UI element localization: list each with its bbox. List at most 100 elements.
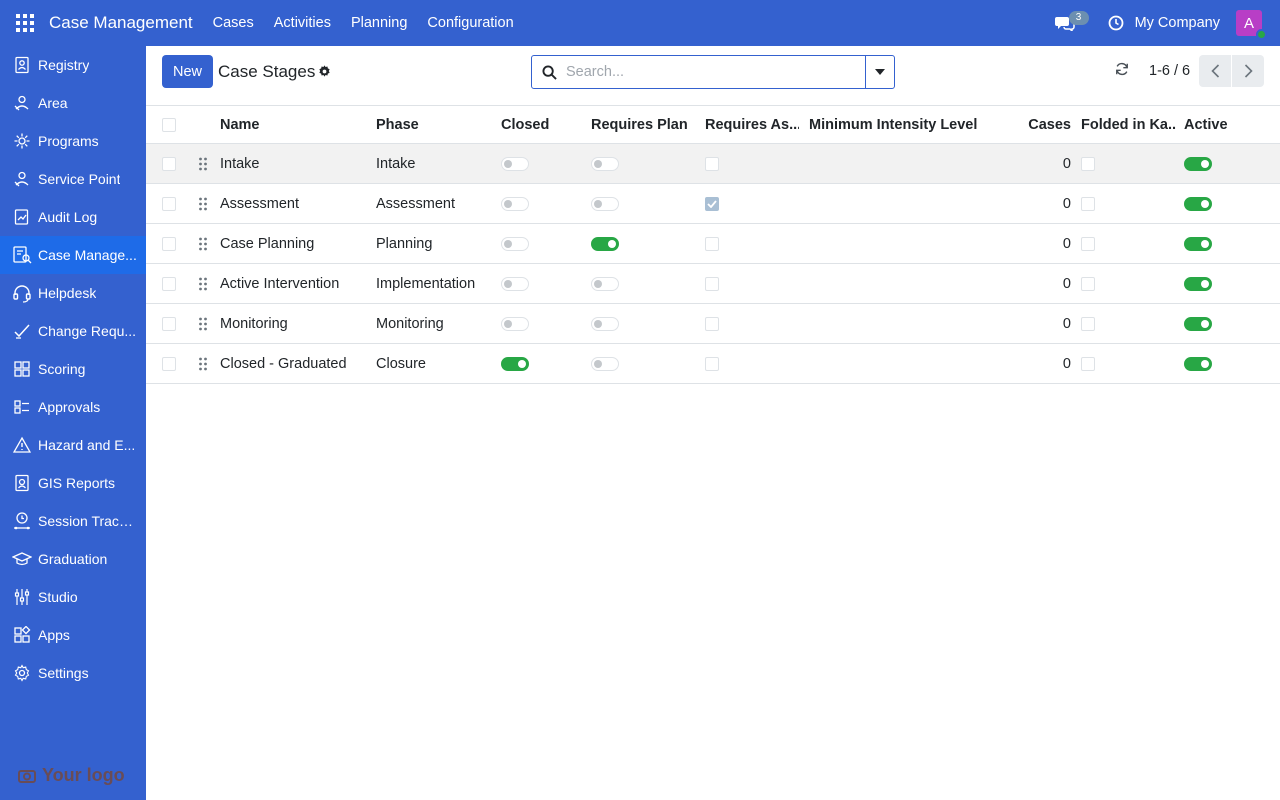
menu-configuration[interactable]: Configuration — [427, 15, 513, 31]
user-avatar[interactable]: A — [1236, 10, 1267, 40]
sidebar-item-programs[interactable]: Programs — [0, 122, 146, 160]
requires-assessment-checkbox[interactable] — [705, 236, 719, 251]
stage-phase-cell[interactable]: Closure — [376, 344, 496, 383]
folded-in-kanban-checkbox[interactable] — [1081, 316, 1095, 331]
sidebar-item-registry[interactable]: Registry — [0, 46, 146, 84]
stage-name-cell[interactable]: Active Intervention — [220, 264, 370, 303]
sidebar-item-service-point[interactable]: Service Point — [0, 160, 146, 198]
requires-plan-toggle[interactable] — [591, 156, 619, 171]
sidebar-item-graduation[interactable]: Graduation — [0, 540, 146, 578]
drag-handle-icon[interactable] — [196, 344, 210, 383]
select-all-checkbox[interactable] — [162, 117, 176, 132]
row-select-checkbox[interactable] — [162, 236, 176, 251]
sidebar-item-approvals[interactable]: Approvals — [0, 388, 146, 426]
sidebar-item-session-tracking[interactable]: Session Tracki... — [0, 502, 146, 540]
drag-handle-icon[interactable] — [196, 184, 210, 223]
new-button[interactable]: New — [162, 55, 213, 88]
folded-in-kanban-checkbox[interactable] — [1081, 156, 1095, 171]
closed-toggle[interactable] — [501, 236, 529, 251]
sidebar-item-hazard[interactable]: Hazard and E... — [0, 426, 146, 464]
column-header-active[interactable]: Active — [1184, 106, 1264, 143]
table-row[interactable]: Closed - Graduated Closure 0 — [146, 344, 1280, 384]
gear-icon[interactable] — [318, 65, 331, 81]
table-row[interactable]: Intake Intake 0 — [146, 144, 1280, 184]
closed-toggle[interactable] — [501, 156, 529, 171]
search-icon[interactable] — [532, 56, 566, 88]
requires-plan-toggle[interactable] — [591, 356, 619, 371]
row-select-checkbox[interactable] — [162, 276, 176, 291]
folded-in-kanban-checkbox[interactable] — [1081, 276, 1095, 291]
closed-toggle[interactable] — [501, 316, 529, 331]
minimum-intensity-cell[interactable] — [809, 304, 1009, 343]
drag-handle-icon[interactable] — [196, 144, 210, 183]
stage-phase-cell[interactable]: Implementation — [376, 264, 496, 303]
menu-activities[interactable]: Activities — [274, 15, 331, 31]
activity-clock-icon[interactable] — [1101, 15, 1131, 31]
folded-in-kanban-checkbox[interactable] — [1081, 236, 1095, 251]
row-select-checkbox[interactable] — [162, 316, 176, 331]
requires-plan-toggle[interactable] — [591, 236, 619, 251]
column-header-requires-plan[interactable]: Requires Plan — [591, 106, 699, 143]
active-toggle[interactable] — [1184, 156, 1212, 171]
requires-assessment-checkbox[interactable] — [705, 356, 719, 371]
menu-cases[interactable]: Cases — [213, 15, 254, 31]
minimum-intensity-cell[interactable] — [809, 344, 1009, 383]
table-row[interactable]: Case Planning Planning 0 — [146, 224, 1280, 264]
requires-assessment-checkbox[interactable] — [705, 276, 719, 291]
column-header-requires-assessment[interactable]: Requires As... — [705, 106, 799, 143]
column-header-name[interactable]: Name — [220, 106, 360, 143]
pager-value[interactable]: 1-6 / 6 — [1149, 63, 1190, 79]
stage-name-cell[interactable]: Closed - Graduated — [220, 344, 370, 383]
requires-plan-toggle[interactable] — [591, 316, 619, 331]
app-brand[interactable]: Case Management — [49, 13, 193, 33]
sidebar-item-case-management[interactable]: Case Manage... — [0, 236, 146, 274]
pager-next-button[interactable] — [1232, 55, 1264, 87]
stage-phase-cell[interactable]: Assessment — [376, 184, 496, 223]
requires-assessment-checkbox[interactable] — [705, 196, 719, 211]
menu-planning[interactable]: Planning — [351, 15, 407, 31]
search-options-toggle[interactable] — [865, 56, 894, 88]
column-header-closed[interactable]: Closed — [501, 106, 581, 143]
messaging-button[interactable]: 3 — [1054, 0, 1089, 46]
pager-previous-button[interactable] — [1199, 55, 1231, 87]
row-select-checkbox[interactable] — [162, 156, 176, 171]
stage-phase-cell[interactable]: Intake — [376, 144, 496, 183]
sidebar-item-studio[interactable]: Studio — [0, 578, 146, 616]
stage-name-cell[interactable]: Assessment — [220, 184, 370, 223]
table-row[interactable]: Monitoring Monitoring 0 — [146, 304, 1280, 344]
requires-plan-toggle[interactable] — [591, 196, 619, 211]
sidebar-item-change-request[interactable]: Change Requ... — [0, 312, 146, 350]
minimum-intensity-cell[interactable] — [809, 224, 1009, 263]
stage-name-cell[interactable]: Intake — [220, 144, 370, 183]
active-toggle[interactable] — [1184, 316, 1212, 331]
stage-name-cell[interactable]: Monitoring — [220, 304, 370, 343]
drag-handle-icon[interactable] — [196, 264, 210, 303]
row-select-checkbox[interactable] — [162, 196, 176, 211]
column-header-phase[interactable]: Phase — [376, 106, 486, 143]
minimum-intensity-cell[interactable] — [809, 144, 1009, 183]
active-toggle[interactable] — [1184, 196, 1212, 211]
search-input[interactable] — [566, 56, 865, 88]
sidebar-item-gis-reports[interactable]: GIS Reports — [0, 464, 146, 502]
company-switcher[interactable]: My Company — [1135, 15, 1220, 31]
sidebar-item-audit-log[interactable]: Audit Log — [0, 198, 146, 236]
column-header-folded-in-kanban[interactable]: Folded in Ka... — [1081, 106, 1176, 143]
minimum-intensity-cell[interactable] — [809, 264, 1009, 303]
stage-name-cell[interactable]: Case Planning — [220, 224, 370, 263]
minimum-intensity-cell[interactable] — [809, 184, 1009, 223]
folded-in-kanban-checkbox[interactable] — [1081, 196, 1095, 211]
table-row[interactable]: Assessment Assessment 0 — [146, 184, 1280, 224]
row-select-checkbox[interactable] — [162, 356, 176, 371]
stage-phase-cell[interactable]: Planning — [376, 224, 496, 263]
closed-toggle[interactable] — [501, 356, 529, 371]
closed-toggle[interactable] — [501, 276, 529, 291]
column-header-minimum-intensity-level[interactable]: Minimum Intensity Level — [809, 106, 1009, 143]
sidebar-item-apps[interactable]: Apps — [0, 616, 146, 654]
apps-grid-icon[interactable] — [0, 0, 49, 46]
table-row[interactable]: Active Intervention Implementation 0 — [146, 264, 1280, 304]
active-toggle[interactable] — [1184, 276, 1212, 291]
closed-toggle[interactable] — [501, 196, 529, 211]
stage-phase-cell[interactable]: Monitoring — [376, 304, 496, 343]
refresh-icon[interactable] — [1115, 62, 1129, 79]
sidebar-item-helpdesk[interactable]: Helpdesk — [0, 274, 146, 312]
